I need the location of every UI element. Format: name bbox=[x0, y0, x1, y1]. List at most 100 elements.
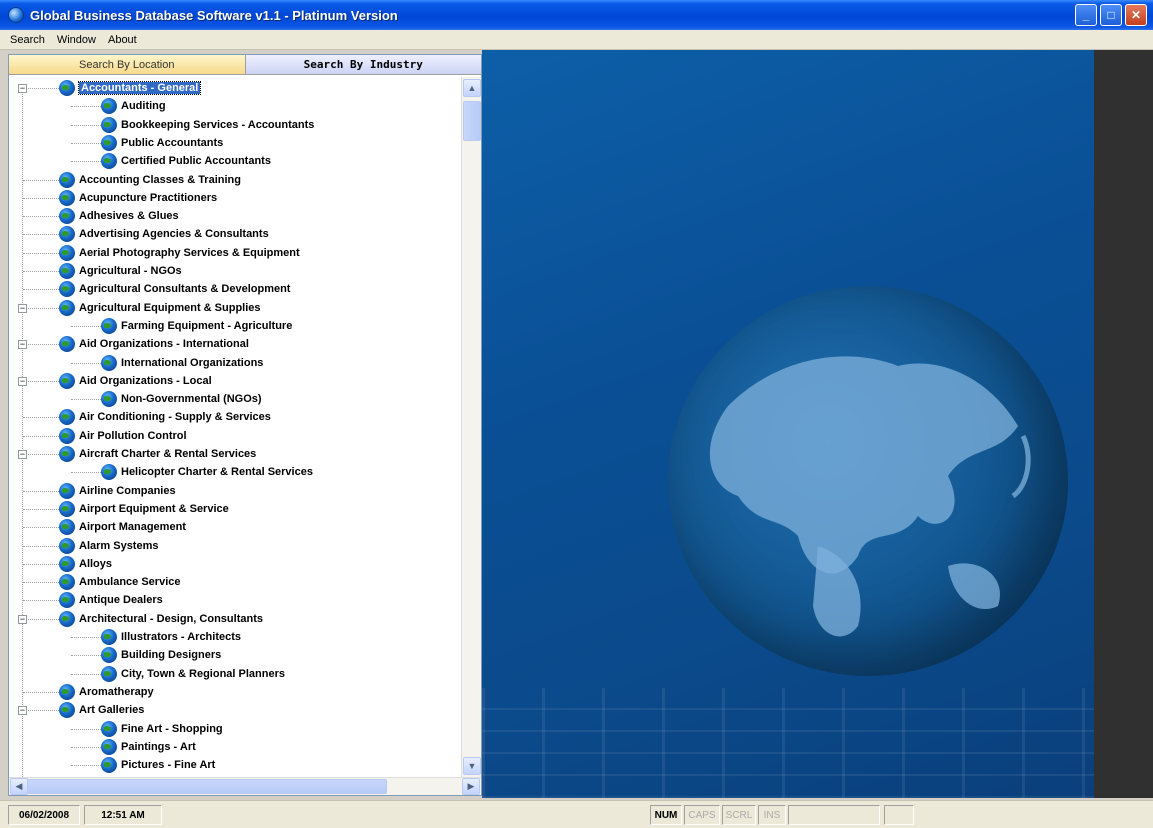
scroll-down-button[interactable]: ▼ bbox=[463, 757, 481, 775]
tree-node[interactable]: Accountants - General bbox=[59, 79, 202, 97]
tree-collapse-toggle[interactable]: − bbox=[18, 340, 27, 350]
tree-branch-line bbox=[71, 765, 101, 767]
tree-node[interactable]: Alarm Systems bbox=[59, 537, 159, 555]
scroll-left-button[interactable]: ◀ bbox=[10, 778, 28, 795]
tree-node[interactable]: Building Designers bbox=[101, 646, 221, 664]
tree-collapse-toggle[interactable]: − bbox=[18, 84, 27, 93]
globe-icon bbox=[59, 226, 75, 243]
tree-node[interactable]: Agricultural Consultants & Development bbox=[59, 280, 290, 298]
tree-branch-line bbox=[23, 545, 59, 547]
tree-node[interactable]: Paintings - Art bbox=[101, 738, 196, 756]
tree-node[interactable]: Aromatherapy bbox=[59, 683, 154, 701]
tree-node[interactable]: Adhesives & Glues bbox=[59, 207, 179, 225]
tree-node[interactable]: Architectural - Design, Consultants bbox=[59, 610, 263, 628]
tree-node[interactable]: Non-Governmental (NGOs) bbox=[101, 390, 262, 408]
tree-node[interactable]: Aircraft Charter & Rental Services bbox=[59, 445, 256, 463]
tree-node[interactable]: Illustrators - Architects bbox=[101, 628, 241, 646]
tree-branch-line bbox=[23, 271, 59, 272]
tree-node[interactable]: Auditing bbox=[101, 97, 166, 115]
tree-node-label: Pictures - Fine Art bbox=[121, 759, 216, 772]
tree-node[interactable]: Advertising Agencies & Consultants bbox=[59, 225, 269, 243]
globe-icon bbox=[101, 464, 117, 481]
tree-node-label: Air Pollution Control bbox=[79, 429, 187, 442]
maximize-button[interactable]: □ bbox=[1100, 4, 1122, 26]
vertical-scroll-thumb[interactable] bbox=[463, 101, 481, 141]
globe-icon bbox=[101, 738, 117, 755]
globe-icon bbox=[59, 80, 75, 96]
globe-icon bbox=[101, 629, 117, 645]
globe-icon bbox=[101, 134, 117, 151]
tree-collapse-toggle[interactable]: − bbox=[18, 614, 27, 624]
globe-icon bbox=[101, 354, 117, 371]
tree-collapse-toggle[interactable]: − bbox=[18, 706, 27, 716]
tree-node[interactable]: Airport Management bbox=[59, 518, 186, 536]
vertical-scrollbar[interactable]: ▲ ▼ bbox=[461, 77, 481, 777]
globe-icon bbox=[101, 665, 117, 682]
globe-icon bbox=[59, 446, 75, 462]
tree-node-label: Art Galleries bbox=[79, 704, 145, 717]
tree-node[interactable]: International Organizations bbox=[101, 354, 263, 372]
tree-node-label: Airline Companies bbox=[79, 484, 176, 497]
tree-branch-line bbox=[23, 380, 59, 382]
tree-branch-line bbox=[23, 88, 59, 89]
scroll-right-button[interactable]: ▶ bbox=[462, 778, 480, 795]
tree-node[interactable]: Fine Art - Shopping bbox=[101, 720, 223, 738]
tree-node-label: Auditing bbox=[121, 100, 166, 113]
minimize-icon: _ bbox=[1082, 8, 1090, 22]
status-scrl: SCRL bbox=[722, 805, 756, 825]
menu-search[interactable]: Search bbox=[4, 34, 51, 46]
tree-node[interactable]: Accounting Classes & Training bbox=[59, 171, 241, 189]
tree-node[interactable]: Farming Equipment - Agriculture bbox=[101, 317, 292, 335]
tree-node[interactable]: Airline Companies bbox=[59, 482, 176, 500]
tree-branch-line bbox=[23, 527, 59, 529]
tree-node[interactable]: Ambulance Service bbox=[59, 573, 181, 591]
status-time: 12:51 AM bbox=[84, 805, 162, 825]
tree-node-label: Alarm Systems bbox=[79, 539, 159, 552]
minimize-button[interactable]: _ bbox=[1075, 4, 1097, 26]
status-empty-1 bbox=[788, 805, 880, 825]
tree-branch-line bbox=[23, 582, 59, 584]
tree-node[interactable]: Air Pollution Control bbox=[59, 427, 187, 445]
horizontal-scrollbar[interactable]: ◀ ▶ bbox=[9, 777, 481, 795]
splash-image-panel bbox=[482, 50, 1094, 798]
tree-node[interactable]: Certified Public Accountants bbox=[101, 152, 271, 170]
globe-icon bbox=[59, 427, 75, 444]
tree-collapse-toggle[interactable]: − bbox=[18, 450, 27, 459]
menu-window[interactable]: Window bbox=[51, 34, 102, 46]
tree-node[interactable]: Aid Organizations - Local bbox=[59, 372, 212, 390]
tab-search-by-location[interactable]: Search By Location bbox=[9, 55, 246, 75]
tree-node[interactable]: Helicopter Charter & Rental Services bbox=[101, 463, 313, 481]
tree-node-label: Certified Public Accountants bbox=[121, 155, 271, 168]
tree-node[interactable]: Aerial Photography Services & Equipment bbox=[59, 244, 300, 262]
tree-node-label: Aromatherapy bbox=[79, 685, 154, 698]
tree-node[interactable]: Antique Dealers bbox=[59, 591, 163, 609]
tree-branch-line bbox=[23, 234, 59, 236]
scroll-up-button[interactable]: ▲ bbox=[463, 79, 481, 97]
tree-node-label: Ambulance Service bbox=[79, 576, 181, 589]
tree-node-label: Fine Art - Shopping bbox=[121, 722, 223, 735]
tree-node[interactable]: Air Conditioning - Supply & Services bbox=[59, 408, 271, 426]
tree-node[interactable]: Public Accountants bbox=[101, 134, 223, 152]
tree-node[interactable]: Art Galleries bbox=[59, 701, 144, 719]
tree-collapse-toggle[interactable]: − bbox=[18, 303, 27, 313]
tree-node[interactable]: Airport Equipment & Service bbox=[59, 500, 229, 518]
tree-node[interactable]: Bookkeeping Services - Accountants bbox=[101, 116, 314, 134]
tree-collapse-toggle[interactable]: − bbox=[18, 376, 27, 386]
status-caps: CAPS bbox=[684, 805, 720, 825]
tree-node[interactable]: Alloys bbox=[59, 555, 112, 573]
globe-icon bbox=[59, 702, 75, 719]
menu-about[interactable]: About bbox=[102, 34, 143, 46]
globe-icon bbox=[59, 683, 75, 700]
tree-node[interactable]: Aid Organizations - International bbox=[59, 335, 249, 353]
tree-node[interactable]: City, Town & Regional Planners bbox=[101, 665, 285, 683]
horizontal-scroll-thumb[interactable] bbox=[27, 779, 387, 794]
globe-icon bbox=[59, 372, 75, 389]
tab-search-by-industry[interactable]: Search By Industry bbox=[245, 55, 481, 75]
tree-node[interactable]: Agricultural - NGOs bbox=[59, 262, 182, 280]
tree-node[interactable]: Acupuncture Practitioners bbox=[59, 189, 217, 207]
menu-bar: Search Window About bbox=[0, 30, 1153, 50]
tree-branch-line bbox=[23, 618, 59, 620]
tree-node[interactable]: Pictures - Fine Art bbox=[101, 756, 215, 774]
close-button[interactable]: ✕ bbox=[1125, 4, 1147, 26]
tree-node[interactable]: Agricultural Equipment & Supplies bbox=[59, 299, 261, 317]
